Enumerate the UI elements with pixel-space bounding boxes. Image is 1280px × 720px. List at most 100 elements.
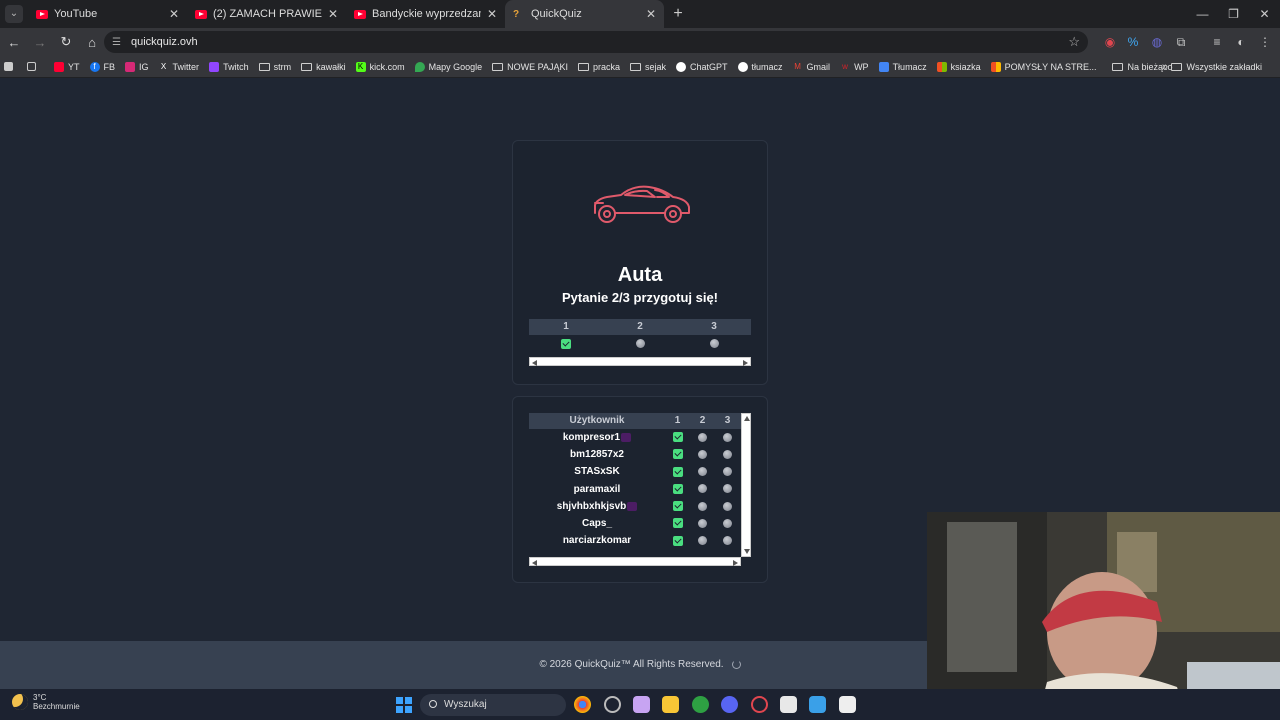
table-row: kompresor1 [529, 429, 741, 446]
bookmark-gmail[interactable]: M Gmail [793, 62, 830, 72]
close-window-icon[interactable]: ✕ [1249, 0, 1280, 28]
sidebar-icon[interactable] [4, 62, 17, 71]
close-icon[interactable]: ✕ [646, 7, 656, 21]
wp-icon: w [842, 61, 848, 71]
weather-text: Bezchmurnie [33, 702, 80, 711]
column-header: 3 [724, 415, 731, 426]
bookmark-kawalki[interactable]: kawałki [301, 62, 346, 72]
file-explorer-icon[interactable] [662, 696, 679, 713]
tab-bar: ⌄ YouTube ✕ (2) ZAMACH PRAWIE SIĘ UDAŁ ✕… [0, 0, 1280, 28]
address-bar[interactable]: ☰ quickquiz.ovh ☆ [104, 31, 1088, 53]
check-icon [561, 338, 571, 349]
tab-quickquiz[interactable]: ? QuickQuiz ✕ [505, 0, 664, 28]
bookmark-tlumacz[interactable]: tłumacz [737, 61, 783, 72]
bookmark-strm[interactable]: strm [258, 62, 291, 72]
bookmark-chatgpt[interactable]: ChatGPT [676, 61, 728, 72]
bookmark-sejak[interactable]: sejak [630, 62, 666, 72]
apps-grid-icon[interactable] [27, 62, 40, 71]
close-icon[interactable]: ✕ [487, 7, 497, 21]
extension-icon[interactable]: % [1123, 28, 1143, 56]
start-icon[interactable] [396, 697, 412, 713]
minimize-icon[interactable]: — [1187, 0, 1218, 28]
instagram-icon [125, 61, 136, 72]
record-extension-icon[interactable]: ◉ [1100, 28, 1120, 56]
user-badge-icon [621, 432, 632, 442]
pending-dot-icon [698, 449, 707, 459]
menu-kebab-icon[interactable]: ⋮ [1255, 28, 1275, 56]
tab-title: (2) ZAMACH PRAWIE SIĘ UDAŁ [213, 8, 322, 20]
bookmark-kick[interactable]: Kkick.com [355, 61, 405, 72]
pending-dot-icon [723, 449, 732, 459]
user-badge-icon [627, 501, 638, 511]
paint-icon[interactable] [633, 696, 650, 713]
weather-widget[interactable]: 3°C Bezchmurnie [12, 693, 80, 711]
tab-bandyckie[interactable]: Bandyckie wyprzedzanie na wzn ✕ [346, 0, 505, 28]
tab-youtube[interactable]: YouTube ✕ [28, 0, 187, 28]
pending-dot-icon [698, 432, 707, 442]
category-title: Auta [617, 264, 663, 286]
chrome-icon[interactable] [574, 696, 591, 713]
bookmark-ksiazka[interactable]: ksiazka [936, 61, 981, 72]
horizontal-scrollbar[interactable] [529, 557, 741, 566]
bookmark-twitter[interactable]: X Twitter [159, 62, 199, 72]
app-icon[interactable] [839, 696, 856, 713]
close-icon[interactable]: ✕ [328, 7, 338, 21]
reload-icon[interactable]: ↻ [54, 34, 78, 50]
result-cell [690, 533, 715, 549]
photos-icon[interactable] [809, 696, 826, 713]
result-cell [715, 447, 740, 463]
new-tab-button[interactable]: + [664, 5, 692, 23]
bookmark-twitch[interactable]: Twitch [209, 61, 249, 72]
tab-zamach[interactable]: (2) ZAMACH PRAWIE SIĘ UDAŁ ✕ [187, 0, 346, 28]
tab-search-button[interactable]: ⌄ [0, 0, 28, 28]
table-row: bm12857x2 [529, 446, 741, 463]
extension-icon[interactable]: ◍ [1147, 28, 1167, 56]
pending-dot-icon [709, 339, 719, 349]
leaderboard-card: Użytkownik 1 2 3 kompresor1 bm12857x2 STAS… [512, 396, 768, 583]
discord-icon[interactable] [721, 696, 738, 713]
bookmark-pomysly[interactable]: POMYSŁY NA STRE... [990, 61, 1096, 72]
bookmark-tlumacz-google[interactable]: Tłumacz [878, 61, 927, 72]
folder-icon [1112, 62, 1124, 71]
bookmark-yt[interactable]: YT [54, 61, 80, 72]
bookmark-nowe-pajaki[interactable]: NOWE PAJĄKI [492, 62, 568, 72]
bookmark-ig[interactable]: IG [125, 61, 149, 72]
restore-icon[interactable]: ❐ [1218, 0, 1249, 28]
facebook-icon: f [89, 61, 100, 72]
bookmark-star-icon[interactable]: ☆ [1068, 34, 1080, 50]
profile-icon[interactable]: ◐ [1231, 28, 1251, 56]
bookmarks-bar: YT f FB IG X Twitter Twitch strm kawałki K… [0, 56, 1280, 78]
url-text: quickquiz.ovh [130, 36, 198, 48]
capcut-icon[interactable] [780, 696, 797, 713]
back-icon[interactable]: ← [2, 35, 26, 50]
pending-dot-icon [698, 536, 707, 546]
car-icon [594, 185, 690, 223]
bookmark-wp[interactable]: w WP [840, 61, 868, 72]
check-icon [672, 518, 683, 529]
media-control-icon[interactable]: ≡ [1207, 28, 1227, 56]
app-icon[interactable] [692, 696, 709, 713]
result-cell [665, 533, 690, 549]
kick-icon: K [355, 61, 366, 72]
forward-icon[interactable]: → [28, 35, 52, 50]
all-bookmarks[interactable]: Wszystkie zakładki [1171, 56, 1262, 78]
taskbar-search[interactable]: Wyszukaj [420, 694, 566, 716]
search-placeholder: Wyszukaj [444, 699, 487, 710]
check-icon [672, 483, 683, 494]
check-icon [672, 501, 683, 512]
vertical-scrollbar[interactable] [741, 413, 751, 557]
app-icon[interactable] [604, 696, 621, 713]
close-icon[interactable]: ✕ [169, 7, 179, 21]
bookmark-mapy[interactable]: Mapy Google [414, 61, 482, 72]
site-info-icon[interactable]: ☰ [112, 37, 121, 48]
microsoft-icon [936, 61, 947, 72]
home-icon[interactable]: ⌂ [80, 35, 104, 50]
extensions-puzzle-icon[interactable]: ⧉ [1171, 28, 1191, 56]
more-bookmarks-icon[interactable]: » [1162, 56, 1168, 78]
bookmark-fb[interactable]: f FB [89, 61, 115, 72]
bookmark-pracka[interactable]: pracka [577, 62, 620, 72]
browser-toolbar: ← → ↻ ⌂ ☰ quickquiz.ovh ☆ ◉ % ◍ ⧉ ≡ ◐ ⋮ [0, 28, 1280, 56]
table-row: paramaxil [529, 481, 741, 498]
opera-icon[interactable] [751, 696, 768, 713]
horizontal-scrollbar[interactable] [529, 357, 751, 366]
